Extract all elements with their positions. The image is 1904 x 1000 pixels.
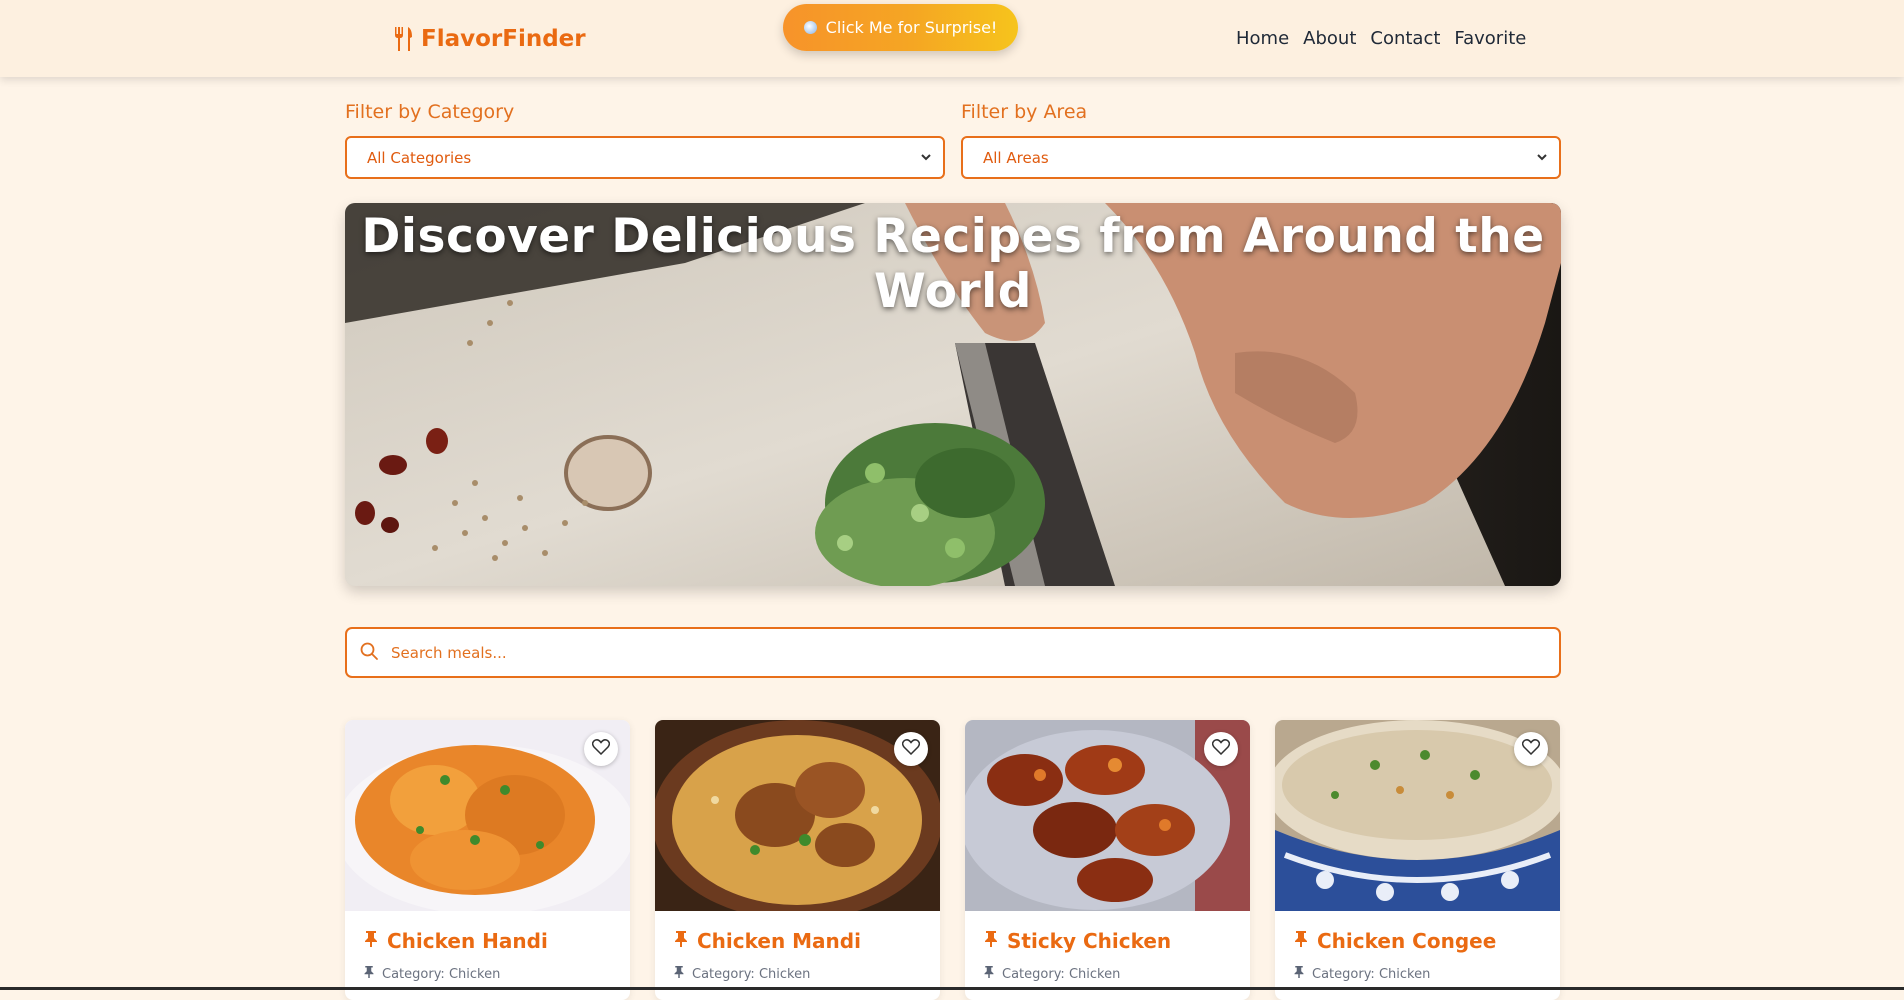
area-select-value: All Areas	[983, 148, 1049, 167]
meal-title: Chicken Handi	[363, 929, 548, 953]
pin-icon	[673, 929, 689, 953]
brand-name: FlavorFinder	[421, 26, 586, 52]
meal-category-text: Category: Chicken	[1002, 966, 1121, 982]
meal-category: Category: Chicken	[1293, 965, 1430, 983]
chevron-down-icon	[1535, 149, 1549, 169]
meal-name: Chicken Congee	[1317, 929, 1497, 953]
meal-card[interactable]: Chicken Handi Category: Chicken	[345, 720, 630, 1000]
meal-name: Sticky Chicken	[1007, 929, 1172, 953]
meal-card[interactable]: Chicken Mandi Category: Chicken	[655, 720, 940, 1000]
meal-category-text: Category: Chicken	[692, 966, 811, 982]
favorite-button[interactable]	[894, 732, 928, 766]
meal-category-text: Category: Chicken	[382, 966, 501, 982]
meal-category: Category: Chicken	[673, 965, 810, 983]
nav-home[interactable]: Home	[1236, 26, 1289, 52]
category-select-value: All Categories	[367, 148, 472, 167]
heart-icon	[901, 739, 921, 759]
heart-icon	[591, 739, 611, 759]
heart-icon	[1211, 739, 1231, 759]
category-filter-label: Filter by Category	[345, 101, 515, 123]
surprise-button[interactable]: Click Me for Surprise!	[783, 4, 1018, 51]
category-select[interactable]: All Categories	[345, 136, 945, 179]
nav-contact[interactable]: Contact	[1370, 26, 1440, 52]
pin-icon	[673, 965, 685, 983]
meal-card[interactable]: Chicken Congee Category: Chicken	[1275, 720, 1560, 1000]
pin-icon	[363, 929, 379, 953]
meal-name: Chicken Handi	[387, 929, 548, 953]
meal-title: Chicken Mandi	[673, 929, 861, 953]
meal-category: Category: Chicken	[363, 965, 500, 983]
chevron-down-icon	[919, 149, 933, 169]
nav-about[interactable]: About	[1303, 26, 1356, 52]
meal-card[interactable]: Sticky Chicken Category: Chicken	[965, 720, 1250, 1000]
nav-favorite[interactable]: Favorite	[1454, 26, 1526, 52]
pin-icon	[1293, 965, 1305, 983]
area-select[interactable]: All Areas	[961, 136, 1561, 179]
heart-icon	[1521, 739, 1541, 759]
pin-icon	[363, 965, 375, 983]
hero-banner: Discover Delicious Recipes from Around t…	[345, 203, 1561, 586]
favorite-button[interactable]	[1514, 732, 1548, 766]
favorite-button[interactable]	[1204, 732, 1238, 766]
pin-icon	[983, 965, 995, 983]
meal-category-text: Category: Chicken	[1312, 966, 1431, 982]
search-box[interactable]: Search meals...	[345, 627, 1561, 678]
brand-logo[interactable]: FlavorFinder	[393, 22, 586, 56]
top-navbar: FlavorFinder Click Me for Surprise! Home…	[0, 0, 1904, 77]
bubble-icon	[803, 21, 817, 34]
area-filter-label: Filter by Area	[961, 101, 1088, 123]
favorite-button[interactable]	[584, 732, 618, 766]
search-icon	[359, 641, 379, 665]
meal-title: Sticky Chicken	[983, 929, 1171, 953]
pin-icon	[1293, 929, 1309, 953]
meal-name: Chicken Mandi	[697, 929, 861, 953]
hero-title: Discover Delicious Recipes from Around t…	[361, 209, 1545, 319]
meal-category: Category: Chicken	[983, 965, 1120, 983]
meal-title: Chicken Congee	[1293, 929, 1496, 953]
main-nav: Home About Contact Favorite	[1236, 26, 1540, 52]
pin-icon	[983, 929, 999, 953]
surprise-button-label: Click Me for Surprise!	[825, 18, 998, 37]
search-input[interactable]: Search meals...	[391, 644, 507, 662]
utensils-icon	[393, 26, 413, 52]
